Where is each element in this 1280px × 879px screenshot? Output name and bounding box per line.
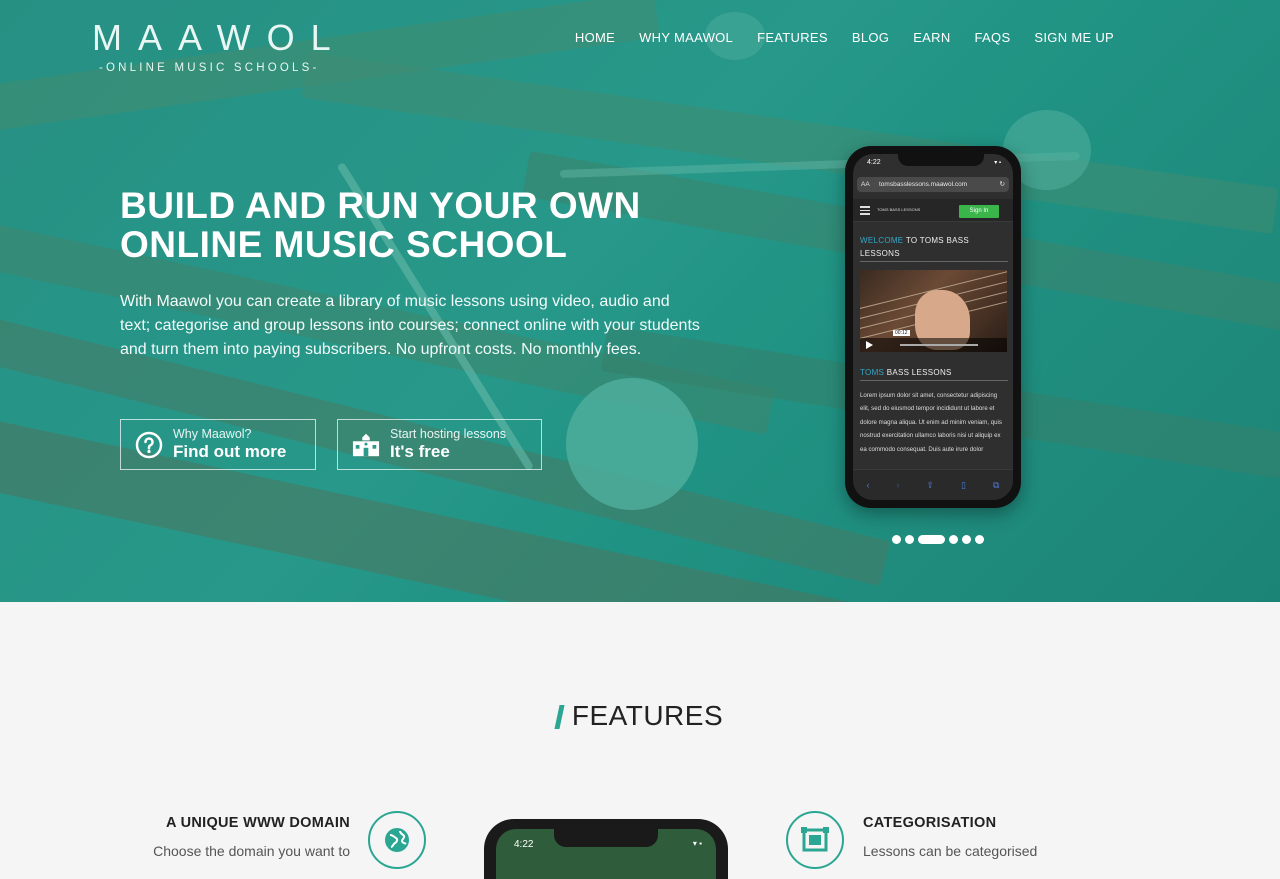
phone-url-bar: AA tomsbasslessons.maawol.com ↻ <box>857 177 1009 192</box>
features-phone-screen: 4:22 ▾ ▪ <box>496 829 716 879</box>
logo-tagline: -ONLINE MUSIC SCHOOLS- <box>99 62 320 74</box>
carousel-dots <box>892 535 984 544</box>
start-hosting-button[interactable]: Start hosting lessons It's free <box>337 419 542 470</box>
globe-icon <box>368 811 426 869</box>
headline-line-1: BUILD AND RUN YOUR OWN <box>120 185 641 226</box>
nav-sign-me-up[interactable]: SIGN ME UP <box>1034 30 1114 45</box>
features-phone-status-icons: ▾ ▪ <box>692 839 702 848</box>
toms-rest: BASS LESSONS <box>886 368 952 377</box>
feature-domain-title: A UNIQUE WWW DOMAIN <box>166 815 350 831</box>
features-phone-clock: 4:22 <box>514 839 534 850</box>
heading-accent-mark <box>554 705 565 729</box>
main-nav: HOME WHY MAAWOL FEATURES BLOG EARN FAQS … <box>575 30 1114 45</box>
carousel-dot[interactable] <box>975 535 984 544</box>
hero-description: With Maawol you can create a library of … <box>120 293 700 358</box>
hero-section: MAAWOL -ONLINE MUSIC SCHOOLS- HOME WHY M… <box>0 0 1280 602</box>
features-heading: FEATURES <box>0 700 1280 732</box>
phone-browser-toolbar: ‹ › ⇪ ▯ ⧉ <box>853 469 1013 500</box>
hero-headline: BUILD AND RUN YOUR OWN ONLINE MUSIC SCHO… <box>120 186 760 264</box>
site-logo[interactable]: MAAWOL -ONLINE MUSIC SCHOOLS- <box>92 16 347 74</box>
nav-features[interactable]: FEATURES <box>757 30 828 45</box>
phone-sign-in-button: Sign In <box>959 205 999 218</box>
logo-wordmark: MAAWOL <box>92 17 347 58</box>
phone-site-logo: TOMS BASS LESSONS <box>877 207 921 212</box>
categorisation-icon <box>786 811 844 869</box>
carousel-dot[interactable] <box>962 535 971 544</box>
play-icon <box>866 341 873 349</box>
nav-earn[interactable]: EARN <box>913 30 950 45</box>
carousel-dot[interactable] <box>905 535 914 544</box>
phone-site-nav: TOMS BASS LESSONS Sign In <box>853 199 1013 222</box>
features-title: FEATURES <box>571 700 724 731</box>
phone-status-icons: ▾ ▪ <box>994 160 1001 166</box>
phone-screen: 4:22 ▾ ▪ AA tomsbasslessons.maawol.com ↻… <box>853 154 1013 500</box>
carousel-dot[interactable] <box>949 535 958 544</box>
feature-categorisation-text: Lessons can be categorised <box>863 843 1038 859</box>
toms-accent: TOMS <box>860 368 885 377</box>
question-circle-icon <box>135 431 163 459</box>
phone-video-player: 00:12 <box>860 270 1007 352</box>
hamburger-menu-icon <box>860 206 870 217</box>
text-size-icon: AA <box>861 181 870 188</box>
tabs-icon: ⧉ <box>993 479 1000 490</box>
nav-home[interactable]: HOME <box>575 30 615 45</box>
find-out-more-text: Why Maawol? Find out more <box>173 427 286 462</box>
welcome-accent: WELCOME <box>860 236 904 245</box>
carousel-dot-active[interactable] <box>918 535 945 544</box>
school-building-icon <box>352 431 380 459</box>
start-hosting-text: Start hosting lessons It's free <box>390 427 506 462</box>
headline-line-2: ONLINE MUSIC SCHOOL <box>120 224 568 265</box>
back-arrow-icon: ‹ <box>866 480 870 490</box>
phone-url: tomsbasslessons.maawol.com <box>879 181 968 188</box>
bookmarks-icon: ▯ <box>961 479 966 490</box>
share-icon: ⇪ <box>926 479 935 490</box>
cta-big-label: Find out more <box>173 442 287 461</box>
cta-small-label: Why Maawol? <box>173 427 252 441</box>
forward-arrow-icon: › <box>896 480 900 490</box>
reload-icon: ↻ <box>999 181 1005 188</box>
phone-notch <box>898 154 984 166</box>
phone-welcome-heading: WELCOME TO TOMS BASS LESSONS <box>860 234 1008 262</box>
video-progress-track <box>900 344 978 346</box>
feature-categorisation-title: CATEGORISATION <box>863 815 997 831</box>
cta-small-label: Start hosting lessons <box>390 427 507 441</box>
features-phone-notch <box>554 829 658 847</box>
nav-why-maawol[interactable]: WHY MAAWOL <box>639 30 733 45</box>
nav-faqs[interactable]: FAQS <box>975 30 1011 45</box>
phone-mockup: 4:22 ▾ ▪ AA tomsbasslessons.maawol.com ↻… <box>845 146 1021 508</box>
feature-domain-text: Choose the domain you want to <box>153 843 350 859</box>
phone-body-text: Lorem ipsum dolor sit amet, consectetur … <box>860 392 1002 453</box>
video-timestamp: 00:12 <box>893 330 910 336</box>
features-phone-mockup: 4:22 ▾ ▪ <box>484 819 728 879</box>
carousel-dot[interactable] <box>892 535 901 544</box>
cta-big-label: It's free <box>390 442 450 461</box>
find-out-more-button[interactable]: Why Maawol? Find out more <box>120 419 316 470</box>
phone-lessons-heading: TOMS BASS LESSONS <box>860 366 1008 381</box>
video-controls <box>860 338 1007 352</box>
phone-clock: 4:22 <box>867 159 881 166</box>
nav-blog[interactable]: BLOG <box>852 30 889 45</box>
